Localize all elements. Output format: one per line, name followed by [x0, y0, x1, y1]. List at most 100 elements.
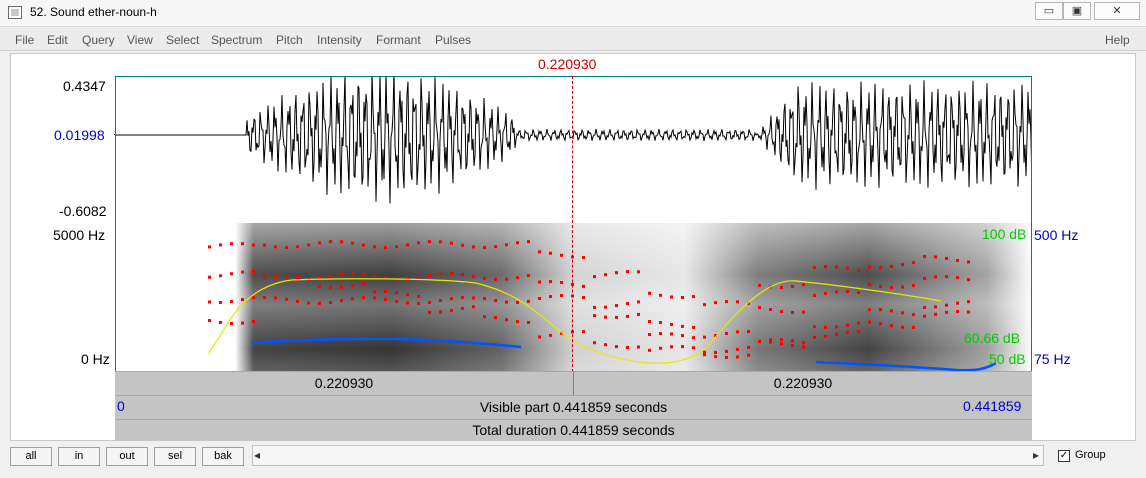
zoom-selection-button[interactable]: sel: [154, 447, 196, 466]
waveform-trace: [116, 77, 1031, 204]
formant-dot: [428, 310, 431, 314]
formant-dot: [714, 355, 717, 359]
formant-dot: [604, 273, 607, 277]
formant-dot: [637, 312, 640, 316]
formant-dot: [582, 330, 585, 334]
formant-dot: [450, 308, 453, 312]
formant-dot: [527, 320, 530, 324]
zoom-back-button[interactable]: bak: [202, 447, 244, 466]
formant-dot: [659, 321, 662, 325]
formant-dot: [527, 240, 530, 244]
formant-dot: [681, 334, 684, 338]
formant-dot: [846, 290, 849, 294]
formant-dot: [791, 310, 794, 314]
minimize-button[interactable]: ▭: [1035, 2, 1063, 20]
formant-dot: [681, 324, 684, 328]
formant-dot: [219, 274, 222, 278]
formant-dot: [285, 276, 288, 280]
formant-dot: [846, 323, 849, 327]
formant-dot: [736, 330, 739, 334]
formant-dot: [692, 336, 695, 340]
spectrogram-panel[interactable]: 100 dB 60.66 dB 50 dB: [115, 223, 1032, 371]
formant-dot: [593, 314, 596, 318]
formant-dot: [560, 280, 563, 284]
formant-dot: [615, 345, 618, 349]
formant-dot: [692, 346, 695, 350]
formant-dot: [351, 283, 354, 287]
intensity-cursor-label: 60.66 dB: [964, 330, 1021, 346]
menu-edit[interactable]: Edit: [47, 33, 68, 47]
formant-dot: [362, 296, 365, 300]
formant-dot: [241, 298, 244, 302]
formant-dot: [670, 322, 673, 326]
formant-dot: [692, 325, 695, 329]
formant-dot: [923, 314, 926, 318]
formant-dot: [802, 341, 805, 345]
formant-dot: [483, 296, 486, 300]
formant-dot: [626, 314, 629, 318]
menu-pitch[interactable]: Pitch: [276, 33, 303, 47]
menu-pulses[interactable]: Pulses: [435, 33, 471, 47]
restore-button[interactable]: ▣: [1063, 2, 1091, 20]
scroll-right-icon[interactable]: ▸: [1033, 448, 1039, 462]
formant-dot: [505, 243, 508, 247]
formant-dot: [835, 332, 838, 336]
formant-dot: [659, 332, 662, 336]
formant-dot: [219, 243, 222, 247]
formant-dot: [747, 330, 750, 334]
selection-bar-left[interactable]: 0.220930: [115, 371, 573, 395]
formant-dot: [252, 296, 255, 300]
formant-dot: [340, 285, 343, 289]
menu-query[interactable]: Query: [82, 33, 115, 47]
formant-dot: [505, 318, 508, 322]
formant-dot: [450, 241, 453, 245]
formant-dot: [373, 274, 376, 278]
waveform-max-label: 0.4347: [63, 78, 106, 94]
visible-part-bar[interactable]: Visible part 0.441859 seconds: [115, 395, 1032, 419]
app-icon: [8, 6, 22, 19]
formant-dot: [461, 306, 464, 310]
formant-dot: [637, 270, 640, 274]
formant-dot: [714, 301, 717, 305]
formant-dot: [549, 251, 552, 255]
zoom-all-button[interactable]: all: [10, 447, 52, 466]
selection-bar-right[interactable]: 0.220930: [573, 371, 1032, 395]
menu-select[interactable]: Select: [166, 33, 199, 47]
formant-dot: [208, 300, 211, 304]
zoom-in-button[interactable]: in: [58, 447, 100, 466]
waveform-panel[interactable]: [115, 76, 1032, 224]
menu-spectrum[interactable]: Spectrum: [211, 33, 262, 47]
formant-dot: [648, 291, 651, 295]
formant-dot: [659, 293, 662, 297]
formant-dot: [417, 295, 420, 299]
horizontal-scrollbar[interactable]: [252, 445, 1044, 466]
zoom-out-button[interactable]: out: [106, 447, 148, 466]
formant-dot: [582, 284, 585, 288]
formant-dot: [208, 319, 211, 322]
menu-view[interactable]: View: [127, 33, 153, 47]
formant-dot: [472, 274, 475, 278]
formant-dot: [208, 245, 211, 249]
total-duration-bar[interactable]: Total duration 0.441859 seconds: [115, 419, 1032, 441]
formant-dot: [439, 272, 442, 276]
formant-dot: [758, 340, 761, 344]
formant-dot: [703, 303, 706, 307]
menu-intensity[interactable]: Intensity: [317, 33, 362, 47]
menu-formant[interactable]: Formant: [376, 33, 421, 47]
menu-help[interactable]: Help: [1105, 33, 1130, 47]
formant-dot: [274, 296, 277, 300]
formant-dot: [802, 345, 805, 349]
formant-dot: [318, 241, 321, 245]
formant-dot: [351, 241, 354, 245]
formant-dot: [912, 325, 915, 329]
scroll-left-icon[interactable]: ◂: [254, 448, 260, 462]
close-button[interactable]: ✕: [1094, 2, 1140, 20]
menu-file[interactable]: File: [15, 33, 34, 47]
formant-dot: [604, 315, 607, 319]
formant-dot: [373, 296, 376, 300]
visible-end-label: 0.441859: [963, 398, 1022, 414]
formant-dot: [208, 275, 211, 279]
title-bar: 52. Sound ether-noun-h ▭ ▣ ✕: [0, 0, 1146, 27]
group-checkbox[interactable]: ✓: [1058, 450, 1070, 462]
formant-dot: [307, 301, 310, 305]
